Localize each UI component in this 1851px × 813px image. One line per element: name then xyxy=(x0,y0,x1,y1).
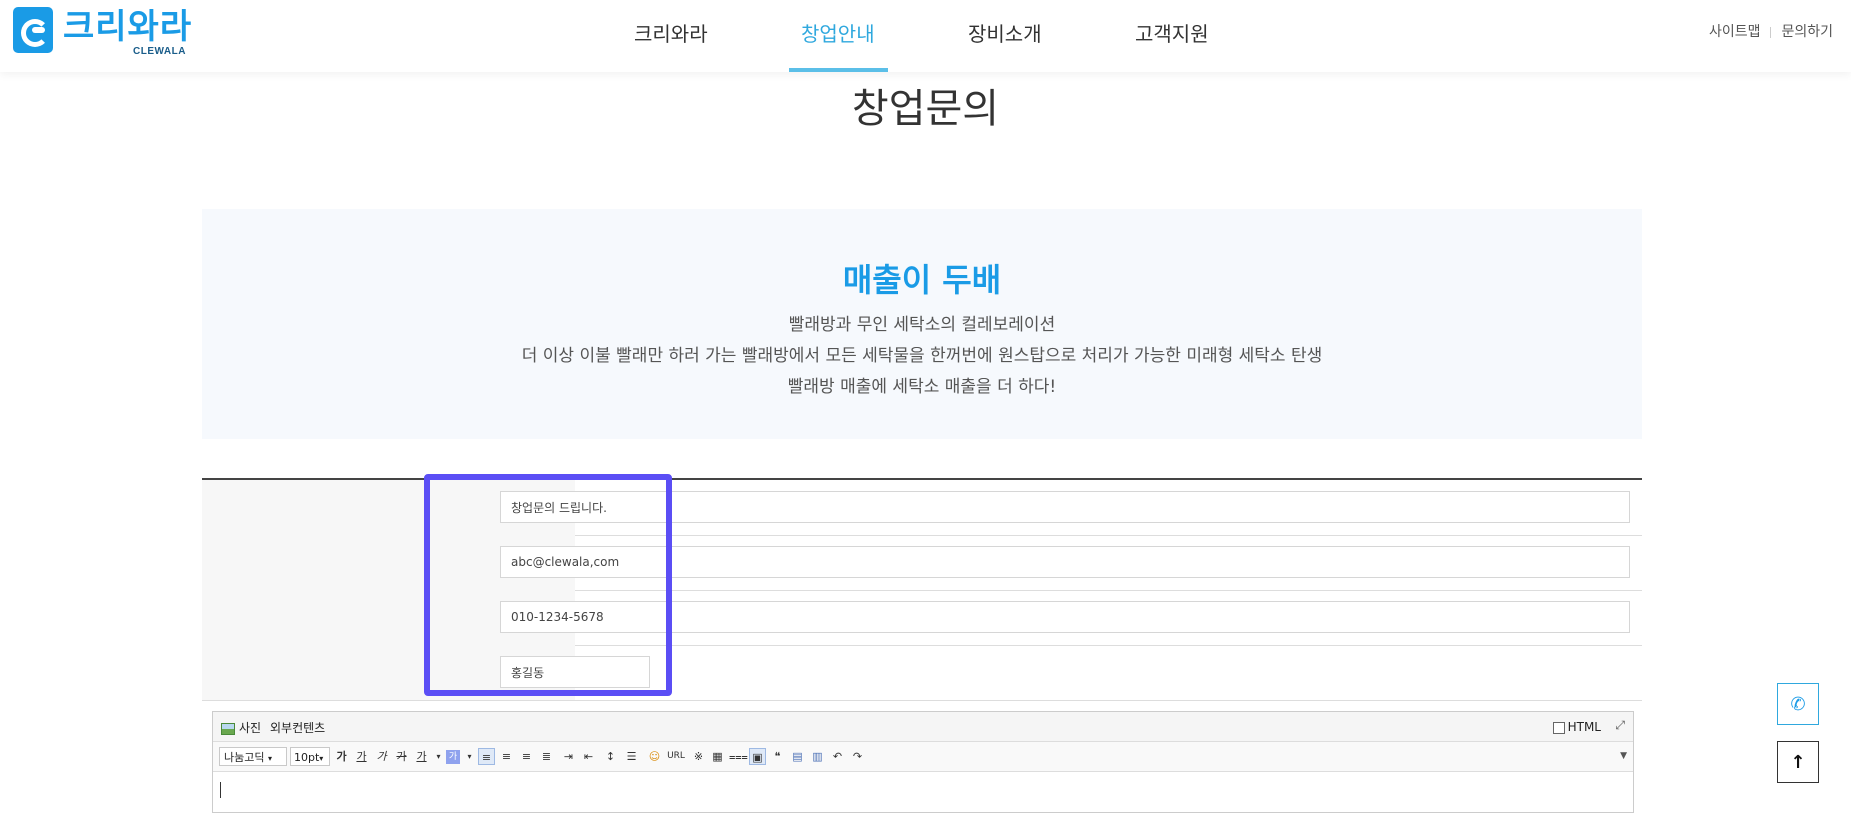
logo-text: 크리와라 xyxy=(63,7,193,47)
intro-title: 매출이 두배 xyxy=(842,261,1002,299)
indent-icon[interactable]: ⇥ xyxy=(560,748,577,765)
external-content-button[interactable]: 외부컨텐츠 xyxy=(270,719,325,736)
phone-input[interactable] xyxy=(500,601,1630,633)
strike-button[interactable]: 가 xyxy=(393,748,410,765)
phone-icon[interactable]: ✆ xyxy=(1777,683,1819,725)
font-color-button[interactable]: 가 xyxy=(413,748,430,765)
form-row-subject: 제목 xyxy=(202,480,1642,536)
logo-mark-icon xyxy=(13,7,53,53)
special-char-button[interactable]: ※ xyxy=(690,748,707,765)
form-row-phone: 연락처 xyxy=(202,590,1642,646)
outdent-icon[interactable]: ⇤ xyxy=(580,748,597,765)
align-justify-icon[interactable]: ≣ xyxy=(538,748,555,765)
table-icon[interactable]: ▦ xyxy=(709,748,726,765)
bg-color-button[interactable]: 가 xyxy=(446,750,460,764)
font-select[interactable]: 나눔고딕 ▾ xyxy=(219,747,287,766)
row-spacer xyxy=(202,645,489,700)
site-header: 크리와라 CLEWALA 크리와라 창업안내 장비소개 고객지원 사이트맵 문의하… xyxy=(0,0,1851,72)
image-icon xyxy=(221,722,235,735)
blockquote-icon[interactable]: ❝ xyxy=(769,748,786,765)
undo-icon[interactable]: ↶ xyxy=(829,748,846,765)
intro-line-3: 빨래방 매출에 세탁소 매출을 더 하다! xyxy=(787,377,1057,397)
toolbar-more-icon[interactable]: ▼ xyxy=(1620,751,1627,761)
nav-item-clewala[interactable]: 크리와라 xyxy=(634,18,708,47)
size-select[interactable]: 10pt▾ xyxy=(290,747,330,766)
save-icon[interactable]: ▥ xyxy=(809,748,826,765)
subject-input[interactable] xyxy=(500,491,1630,523)
emoticon-icon[interactable]: ☺ xyxy=(646,748,663,765)
author-input[interactable] xyxy=(500,656,650,688)
align-right-icon[interactable]: ≡ xyxy=(518,748,535,765)
html-checkbox[interactable] xyxy=(1552,721,1565,734)
preview-icon[interactable]: ▤ xyxy=(789,748,806,765)
intro-box: 매출이 두배 빨래방과 무인 세탁소의 컬레보레이션 더 이상 이불 빨래만 하… xyxy=(202,209,1642,439)
size-select-value: 10pt xyxy=(294,751,320,764)
row-spacer xyxy=(202,535,489,590)
photo-button[interactable]: 사진 xyxy=(221,719,261,736)
form-row-email: 이메일 xyxy=(202,535,1642,591)
bg-color-dropdown-icon[interactable]: ▾ xyxy=(461,748,478,765)
html-label: HTML xyxy=(1567,720,1601,734)
italic-button[interactable]: 가 xyxy=(373,748,390,765)
expand-icon[interactable]: ⤢ xyxy=(1615,718,1625,733)
quote-box-icon[interactable]: ▣ xyxy=(749,748,766,765)
nav-item-startup[interactable]: 창업안내 xyxy=(801,18,875,47)
url-button[interactable]: URL xyxy=(665,748,687,765)
nav-active-indicator xyxy=(789,68,888,72)
line-height-icon[interactable]: ↕ xyxy=(602,748,619,765)
align-center-icon[interactable]: ≡ xyxy=(498,748,515,765)
list-icon[interactable]: ☰ xyxy=(623,748,640,765)
text-caret[interactable] xyxy=(220,782,221,798)
row-spacer xyxy=(202,480,489,535)
horizontal-rule-icon[interactable]: ⩶ xyxy=(729,748,748,765)
editor-toolbar: 나눔고딕 ▾ 10pt▾ 가 가 가 가 가 ▾ 가 ▾ ≡ ≡ ≡ ≣ ⇥ ⇤… xyxy=(213,742,1633,772)
row-spacer xyxy=(202,590,489,645)
underline-button[interactable]: 가 xyxy=(353,748,370,765)
logo-subtext: CLEWALA xyxy=(133,46,186,57)
arrow-up-icon[interactable]: ↑ xyxy=(1777,741,1819,783)
font-select-value: 나눔고딕 xyxy=(224,751,265,764)
page-title: 창업문의 xyxy=(851,86,1000,132)
bold-button[interactable]: 가 xyxy=(333,748,350,765)
html-toggle[interactable]: HTML xyxy=(1552,720,1601,734)
photo-label: 사진 xyxy=(239,721,262,735)
intro-line-2: 더 이상 이불 빨래만 하러 가는 빨래방에서 모든 세탁물을 한꺼번에 원스탑… xyxy=(521,346,1323,366)
align-left-icon[interactable]: ≡ xyxy=(478,748,495,765)
sitemap-link[interactable]: 사이트맵 xyxy=(1709,24,1761,40)
intro-line-1: 빨래방과 무인 세탁소의 컬레보레이션 xyxy=(788,315,1056,335)
site-logo[interactable]: 크리와라 CLEWALA xyxy=(13,7,203,57)
font-color-dropdown-icon[interactable]: ▾ xyxy=(430,748,447,765)
nav-item-support[interactable]: 고객지원 xyxy=(1135,18,1209,47)
form-row-author: 작성자 xyxy=(202,645,1642,701)
util-divider xyxy=(1770,26,1772,38)
nav-item-equipment[interactable]: 장비소개 xyxy=(968,18,1042,47)
email-input[interactable] xyxy=(500,546,1630,578)
editor-top-bar: 사진 외부컨텐츠 HTML ⤢ xyxy=(213,712,1633,742)
inquiry-link[interactable]: 문의하기 xyxy=(1781,24,1833,40)
utility-links: 사이트맵 문의하기 xyxy=(1709,21,1833,41)
rich-text-editor: 사진 외부컨텐츠 HTML ⤢ 나눔고딕 ▾ 10pt▾ 가 가 가 가 가 ▾… xyxy=(212,711,1634,813)
redo-icon[interactable]: ↷ xyxy=(849,748,866,765)
